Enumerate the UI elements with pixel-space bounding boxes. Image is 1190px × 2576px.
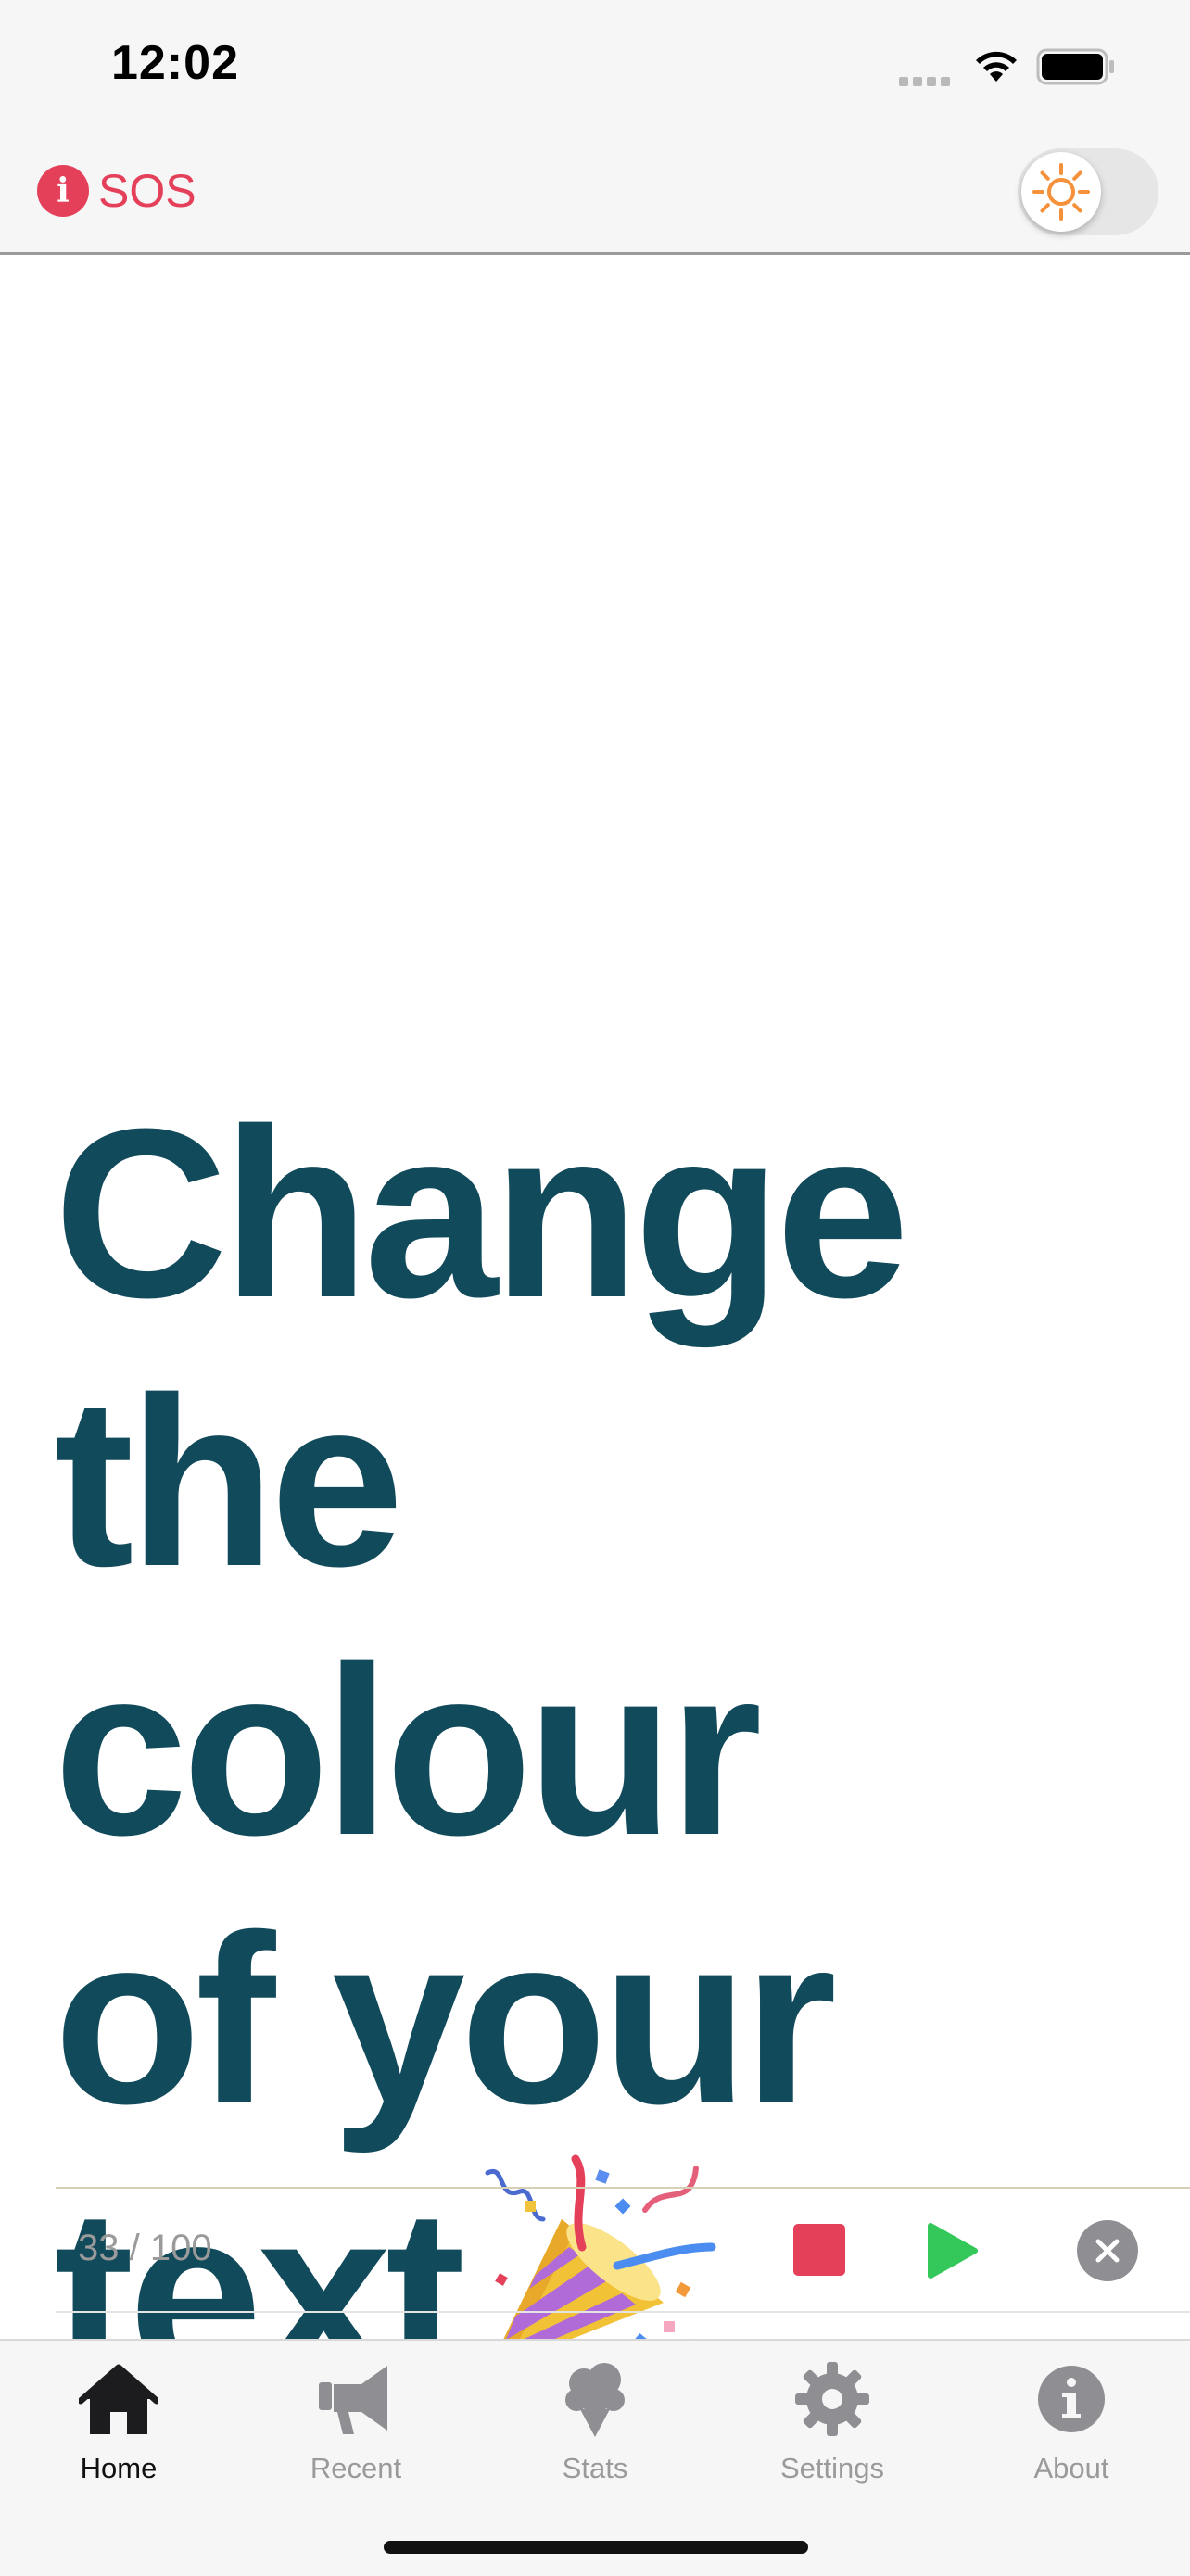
tab-label: Recent bbox=[310, 2452, 402, 2484]
display-line: the colour bbox=[54, 1348, 762, 1886]
battery-icon bbox=[1036, 48, 1114, 85]
character-count: 33 / 100 bbox=[78, 2228, 212, 2268]
top-nav-bar: i SOS bbox=[0, 130, 1190, 255]
status-time: 12:02 bbox=[111, 36, 239, 90]
display-line: Change bbox=[54, 1080, 909, 1348]
sun-icon bbox=[1032, 163, 1090, 221]
sos-label: SOS bbox=[98, 165, 196, 217]
text-display-area: Change the colour of your text bbox=[0, 255, 1190, 2429]
tab-label: Settings bbox=[779, 2452, 884, 2484]
wifi-icon bbox=[976, 51, 1017, 82]
status-bar: 12:02 bbox=[0, 0, 1190, 130]
tab-home[interactable]: Home bbox=[0, 2348, 237, 2533]
toggle-knob bbox=[1021, 152, 1101, 232]
gear-icon bbox=[795, 2362, 869, 2436]
display-line: of your bbox=[54, 1886, 837, 2154]
play-button[interactable] bbox=[925, 2222, 981, 2279]
home-indicator[interactable] bbox=[384, 2541, 808, 2554]
tab-stats[interactable]: Stats bbox=[476, 2348, 714, 2533]
playback-controls: 33 / 100 bbox=[56, 2187, 1190, 2313]
tab-about[interactable]: About bbox=[953, 2348, 1190, 2533]
tab-label: About bbox=[1033, 2452, 1109, 2484]
ice-cream-icon bbox=[565, 2363, 625, 2437]
tab-label: Stats bbox=[562, 2452, 628, 2484]
tab-settings[interactable]: Settings bbox=[714, 2348, 951, 2533]
tab-recent[interactable]: Recent bbox=[237, 2348, 475, 2533]
info-icon bbox=[1038, 2366, 1105, 2432]
clear-button[interactable] bbox=[1077, 2220, 1138, 2281]
stop-button[interactable] bbox=[793, 2224, 845, 2276]
sos-button[interactable]: i SOS bbox=[37, 165, 196, 217]
info-badge-icon: i bbox=[37, 165, 89, 217]
tab-label: Home bbox=[80, 2452, 158, 2484]
house-icon bbox=[79, 2364, 158, 2434]
theme-toggle[interactable] bbox=[1018, 148, 1158, 235]
megaphone-icon bbox=[319, 2366, 387, 2434]
cellular-signal-icon bbox=[899, 74, 955, 91]
close-icon bbox=[1095, 2239, 1120, 2263]
